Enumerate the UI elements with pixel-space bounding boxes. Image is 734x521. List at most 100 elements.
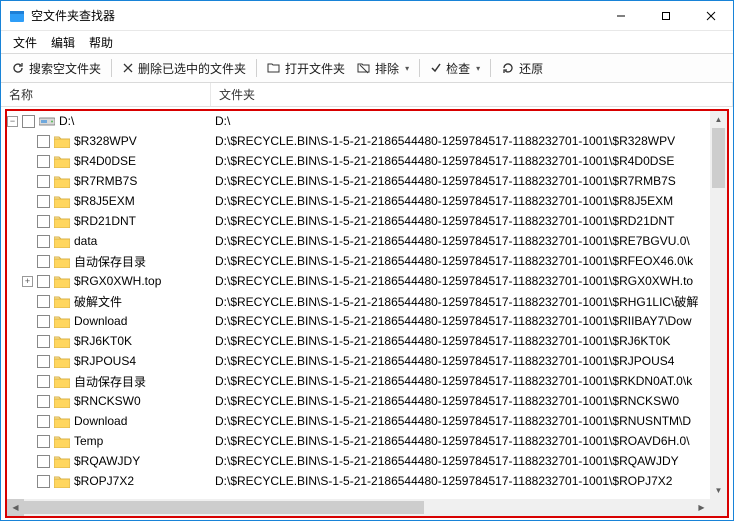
checkbox[interactable] (37, 375, 50, 388)
table-row[interactable]: $RD21DNTD:\$RECYCLE.BIN\S-1-5-21-2186544… (7, 211, 710, 231)
path-cell: D:\$RECYCLE.BIN\S-1-5-21-2186544480-1259… (213, 454, 710, 468)
checkbox[interactable] (37, 195, 50, 208)
checkbox[interactable] (37, 295, 50, 308)
folder-name: $RGX0XWH.top (74, 274, 161, 288)
path-cell: D:\$RECYCLE.BIN\S-1-5-21-2186544480-1259… (213, 434, 710, 448)
window-buttons (598, 1, 733, 30)
path-cell: D:\$RECYCLE.BIN\S-1-5-21-2186544480-1259… (213, 474, 710, 488)
path-cell: D:\$RECYCLE.BIN\S-1-5-21-2186544480-1259… (213, 194, 710, 208)
folder-name: 破解文件 (74, 293, 122, 310)
folder-name: $R4D0DSE (74, 154, 136, 168)
checkbox[interactable] (37, 135, 50, 148)
vscroll-thumb[interactable] (712, 128, 725, 188)
results-grid: −D:\D:\$R328WPVD:\$RECYCLE.BIN\S-1-5-21-… (5, 109, 729, 518)
vertical-scrollbar[interactable]: ▲ ▼ (710, 111, 727, 499)
folder-name: Temp (74, 434, 103, 448)
folder-name: 自动保存目录 (74, 373, 146, 390)
table-row[interactable]: Temp D:\$RECYCLE.BIN\S-1-5-21-2186544480-… (7, 431, 710, 451)
table-row[interactable]: $RJPOUS4D:\$RECYCLE.BIN\S-1-5-21-2186544… (7, 351, 710, 371)
header-name[interactable]: 名称 (1, 83, 211, 106)
minimize-button[interactable] (598, 1, 643, 30)
hscroll-thumb[interactable] (24, 501, 424, 514)
checkbox[interactable] (37, 355, 50, 368)
search-button[interactable]: 搜索空文件夹 (5, 57, 107, 80)
path-cell: D:\$RECYCLE.BIN\S-1-5-21-2186544480-1259… (213, 374, 710, 388)
path-cell: D:\$RECYCLE.BIN\S-1-5-21-2186544480-1259… (213, 274, 710, 288)
menu-help[interactable]: 帮助 (83, 32, 119, 53)
check-label: 检查 (446, 60, 470, 77)
table-row[interactable]: $RQAWJDY D:\$RECYCLE.BIN\S-1-5-21-2186544… (7, 451, 710, 471)
table-row[interactable]: $RJ6KT0KD:\$RECYCLE.BIN\S-1-5-21-2186544… (7, 331, 710, 351)
table-row[interactable]: DownloadD:\$RECYCLE.BIN\S-1-5-21-2186544… (7, 311, 710, 331)
scroll-right-arrow[interactable]: ▶ (693, 499, 710, 516)
path-cell: D:\$RECYCLE.BIN\S-1-5-21-2186544480-1259… (213, 314, 710, 328)
checkbox[interactable] (37, 215, 50, 228)
table-row[interactable]: $R328WPVD:\$RECYCLE.BIN\S-1-5-21-2186544… (7, 131, 710, 151)
table-row[interactable]: DownloadD:\$RECYCLE.BIN\S-1-5-21-2186544… (7, 411, 710, 431)
delete-button[interactable]: 删除已选中的文件夹 (116, 57, 252, 80)
table-row[interactable]: 自动保存目录 D:\$RECYCLE.BIN\S-1-5-21-218654448… (7, 371, 710, 391)
checkbox[interactable] (37, 335, 50, 348)
folder-name: 自动保存目录 (74, 253, 146, 270)
checkbox[interactable] (37, 155, 50, 168)
collapse-icon[interactable]: − (7, 116, 18, 127)
table-row[interactable]: $RNCKSW0D:\$RECYCLE.BIN\S-1-5-21-2186544… (7, 391, 710, 411)
path-cell: D:\$RECYCLE.BIN\S-1-5-21-2186544480-1259… (213, 293, 710, 310)
table-row[interactable]: $R7RMB7SD:\$RECYCLE.BIN\S-1-5-21-2186544… (7, 171, 710, 191)
table-row[interactable]: $R8J5EXM D:\$RECYCLE.BIN\S-1-5-21-2186544… (7, 191, 710, 211)
expand-icon[interactable]: + (22, 276, 33, 287)
check-icon (430, 62, 442, 74)
menu-edit[interactable]: 编辑 (45, 32, 81, 53)
sort-icon (357, 62, 371, 74)
check-button[interactable]: 检查 ▾ (424, 57, 486, 80)
table-row[interactable]: data D:\$RECYCLE.BIN\S-1-5-21-2186544480-… (7, 231, 710, 251)
vscroll-track[interactable] (710, 128, 727, 482)
path-cell: D:\$RECYCLE.BIN\S-1-5-21-2186544480-1259… (213, 154, 710, 168)
header-folder[interactable]: 文件夹 (211, 83, 733, 106)
table-row[interactable]: + $RGX0XWH.top D:\$RECYCLE.BIN\S-1-5-21-21… (7, 271, 710, 291)
horizontal-scrollbar[interactable]: ◀ ▶ (7, 499, 727, 516)
window-title: 空文件夹查找器 (31, 7, 598, 24)
scroll-up-arrow[interactable]: ▲ (710, 111, 727, 128)
checkbox[interactable] (22, 115, 35, 128)
table-row[interactable]: $ROPJ7X2D:\$RECYCLE.BIN\S-1-5-21-2186544… (7, 471, 710, 491)
restore-button[interactable]: 还原 (495, 57, 549, 80)
checkbox[interactable] (37, 395, 50, 408)
folder-name: Download (74, 414, 127, 428)
close-button[interactable] (688, 1, 733, 30)
folder-name: $R8J5EXM (74, 194, 135, 208)
delete-icon (122, 62, 134, 74)
hscroll-track[interactable] (24, 499, 693, 516)
checkbox[interactable] (37, 455, 50, 468)
column-headers: 名称 文件夹 (1, 83, 733, 107)
checkbox[interactable] (37, 175, 50, 188)
drive-label: D:\ (59, 114, 74, 128)
path-cell: D:\$RECYCLE.BIN\S-1-5-21-2186544480-1259… (213, 234, 710, 248)
open-folder-button[interactable]: 打开文件夹 (261, 57, 351, 80)
search-label: 搜索空文件夹 (29, 60, 101, 77)
checkbox[interactable] (37, 255, 50, 268)
open-folder-icon (267, 62, 281, 74)
checkbox[interactable] (37, 475, 50, 488)
checkbox[interactable] (37, 235, 50, 248)
separator (419, 59, 420, 77)
maximize-button[interactable] (643, 1, 688, 30)
folder-name: $RJPOUS4 (74, 354, 136, 368)
table-row[interactable]: 自动保存目录D:\$RECYCLE.BIN\S-1-5-21-218654448… (7, 251, 710, 271)
checkbox[interactable] (37, 415, 50, 428)
scroll-down-arrow[interactable]: ▼ (710, 482, 727, 499)
folder-name: data (74, 234, 97, 248)
scroll-left-arrow[interactable]: ◀ (7, 499, 24, 516)
menu-file[interactable]: 文件 (7, 32, 43, 53)
table-row[interactable]: $R4D0DSE D:\$RECYCLE.BIN\S-1-5-21-2186544… (7, 151, 710, 171)
folder-name: $RQAWJDY (74, 454, 140, 468)
checkbox[interactable] (37, 315, 50, 328)
table-row[interactable]: 破解文件 D:\$RECYCLE.BIN\S-1-5-21-2186544480-… (7, 291, 710, 311)
tree-root-row[interactable]: −D:\D:\ (7, 111, 710, 131)
path-cell: D:\$RECYCLE.BIN\S-1-5-21-2186544480-1259… (213, 214, 710, 228)
path-cell: D:\$RECYCLE.BIN\S-1-5-21-2186544480-1259… (213, 174, 710, 188)
checkbox[interactable] (37, 275, 50, 288)
sort-button[interactable]: 排除 ▾ (351, 57, 415, 80)
checkbox[interactable] (37, 435, 50, 448)
path-cell: D:\$RECYCLE.BIN\S-1-5-21-2186544480-1259… (213, 334, 710, 348)
